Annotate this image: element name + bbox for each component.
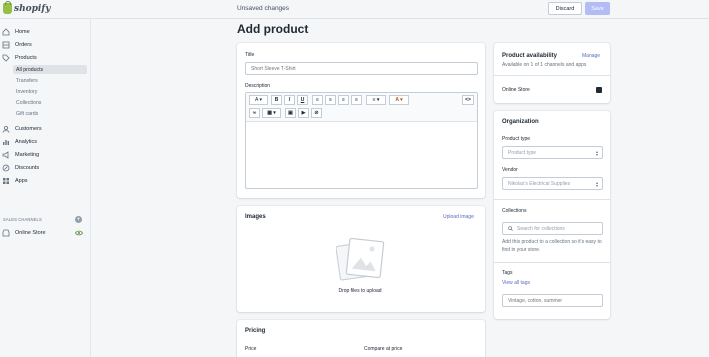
organization-card: [494, 111, 610, 319]
collections-placeholder: Search for collections: [517, 225, 565, 232]
sidebar-subitem-gift-cards[interactable]: Gift cards: [13, 109, 87, 118]
apps-icon: [2, 177, 10, 185]
organization-heading: Organization: [502, 119, 539, 125]
bullet-list-button[interactable]: ≡: [312, 95, 323, 105]
sidebar-item-home[interactable]: Home: [2, 27, 88, 37]
sidebar-item-label: Home: [15, 29, 30, 35]
sales-channels-heading: SALES CHANNELS: [3, 217, 42, 222]
outdent-button[interactable]: ≡: [338, 95, 349, 105]
sidebar-item-orders[interactable]: Orders: [2, 40, 88, 50]
sidebar-subitem-collections[interactable]: Collections: [13, 98, 87, 107]
insert-image-button[interactable]: ▣: [285, 108, 296, 118]
unsaved-changes-label: Unsaved changes: [237, 5, 290, 12]
collections-label: Collections: [502, 208, 527, 214]
clear-format-button[interactable]: ⊘: [311, 108, 322, 118]
numbered-list-button[interactable]: ≡: [325, 95, 336, 105]
search-icon: [508, 226, 513, 231]
save-button[interactable]: Save: [585, 2, 610, 15]
sidebar-item-label: Customers: [15, 126, 42, 132]
sidebar-item-label: Marketing: [15, 152, 40, 158]
align-dropdown[interactable]: ≡ ▾: [366, 95, 386, 105]
image-upload-icon[interactable]: [336, 238, 386, 282]
sidebar-item-label: Products: [15, 55, 37, 61]
page-title: Add product: [237, 22, 309, 36]
vendor-select[interactable]: Nikolas's Electrical Supplies ▴ ▾: [502, 177, 603, 190]
images-heading: Images: [245, 214, 266, 220]
collections-help-text: Add this product to a collection so it's…: [502, 239, 602, 253]
store-icon: [2, 229, 10, 237]
discard-button[interactable]: Discard: [548, 2, 582, 15]
sidebar-item-customers[interactable]: Customers: [2, 124, 88, 134]
compare-at-price-label: Compare at price: [364, 346, 403, 352]
tags-label: Tags: [502, 270, 513, 276]
customers-icon: [2, 125, 10, 133]
vendor-value: Nikolas's Electrical Supplies: [508, 180, 571, 187]
text-color-dropdown[interactable]: A ▾: [389, 95, 409, 105]
sidebar-subitem-transfers[interactable]: Transfers: [13, 76, 87, 85]
format-dropdown[interactable]: A ▾: [249, 95, 268, 105]
link-button[interactable]: ∞: [249, 108, 260, 118]
editor-toolbar: A ▾ B I U ≡ ≡ ≡ ≡ ≡ ▾ A ▾ <> ∞ ▦ ▾ ▣ ▶ ⊘: [246, 93, 477, 122]
description-label: Description: [245, 83, 271, 89]
shopify-bag-icon: [3, 1, 12, 14]
sidebar-item-label: Discounts: [15, 165, 40, 171]
manage-link[interactable]: Manage: [582, 53, 600, 59]
vendor-label: Vendor: [502, 167, 518, 173]
divider: [494, 199, 610, 200]
divider: [494, 262, 610, 263]
sidebar-item-marketing[interactable]: Marketing: [2, 150, 88, 160]
collections-search-input[interactable]: Search for collections: [502, 222, 603, 235]
title-input[interactable]: [245, 62, 478, 75]
underline-button[interactable]: U: [297, 95, 308, 105]
title-label: Title: [245, 52, 255, 58]
divider: [494, 75, 610, 76]
drop-files-text: Drop files to upload: [338, 288, 382, 294]
sidebar-item-apps[interactable]: Apps: [2, 176, 88, 186]
availability-card: [494, 43, 610, 103]
calendar-icon[interactable]: [596, 87, 602, 93]
tags-input[interactable]: [502, 294, 603, 307]
pricing-card: [237, 320, 485, 357]
sidebar-item-products[interactable]: Products: [2, 53, 88, 63]
eye-icon[interactable]: [75, 230, 83, 236]
orders-icon: [2, 41, 10, 49]
sidebar-item-analytics[interactable]: Analytics: [2, 137, 88, 147]
price-label: Price: [245, 346, 257, 352]
megaphone-icon: [2, 151, 10, 159]
insert-video-button[interactable]: ▶: [298, 108, 309, 118]
sidebar-item-label: Orders: [15, 42, 32, 48]
availability-subtitle: Available on 1 of 1 channels and apps: [502, 62, 587, 68]
shopify-logo[interactable]: shopify: [3, 1, 51, 14]
sidebar-item-label: Apps: [15, 178, 28, 184]
bold-button[interactable]: B: [271, 95, 282, 105]
brand-name: shopify: [14, 3, 51, 14]
sidebar-subitem-inventory[interactable]: Inventory: [13, 87, 87, 96]
sidebar-item-label: Online Store: [15, 230, 46, 236]
sidebar: Home Orders Products All products Transf…: [0, 19, 91, 357]
sidebar-item-discounts[interactable]: Discounts: [2, 163, 88, 173]
top-bar: shopify Unsaved changes Discard Save: [0, 0, 709, 19]
italic-button[interactable]: I: [284, 95, 295, 105]
channel-online-store: Online Store: [502, 87, 530, 93]
sidebar-item-label: Analytics: [15, 139, 38, 145]
indent-button[interactable]: ≡: [351, 95, 362, 105]
view-all-tags-link[interactable]: View all tags: [502, 280, 530, 286]
table-dropdown[interactable]: ▦ ▾: [262, 108, 281, 118]
upload-image-link[interactable]: Upload image: [443, 214, 474, 220]
select-arrows-icon: ▴ ▾: [595, 149, 598, 157]
description-editor: A ▾ B I U ≡ ≡ ≡ ≡ ≡ ▾ A ▾ <> ∞ ▦ ▾ ▣ ▶ ⊘: [245, 92, 478, 189]
select-arrows-icon: ▴ ▾: [595, 180, 598, 188]
discount-icon: [2, 164, 10, 172]
product-type-select[interactable]: Product type ▴ ▾: [502, 146, 603, 159]
tag-icon: [2, 54, 10, 62]
product-type-placeholder: Product type: [508, 149, 537, 156]
availability-heading: Product availability: [502, 53, 558, 59]
home-icon: [2, 28, 10, 36]
add-sales-channel-icon[interactable]: +: [75, 216, 82, 223]
pricing-heading: Pricing: [245, 328, 266, 334]
product-type-label: Product type: [502, 136, 531, 142]
sidebar-subitem-all-products[interactable]: All products: [13, 65, 87, 74]
analytics-icon: [2, 138, 10, 146]
html-toggle-button[interactable]: <>: [462, 95, 474, 105]
